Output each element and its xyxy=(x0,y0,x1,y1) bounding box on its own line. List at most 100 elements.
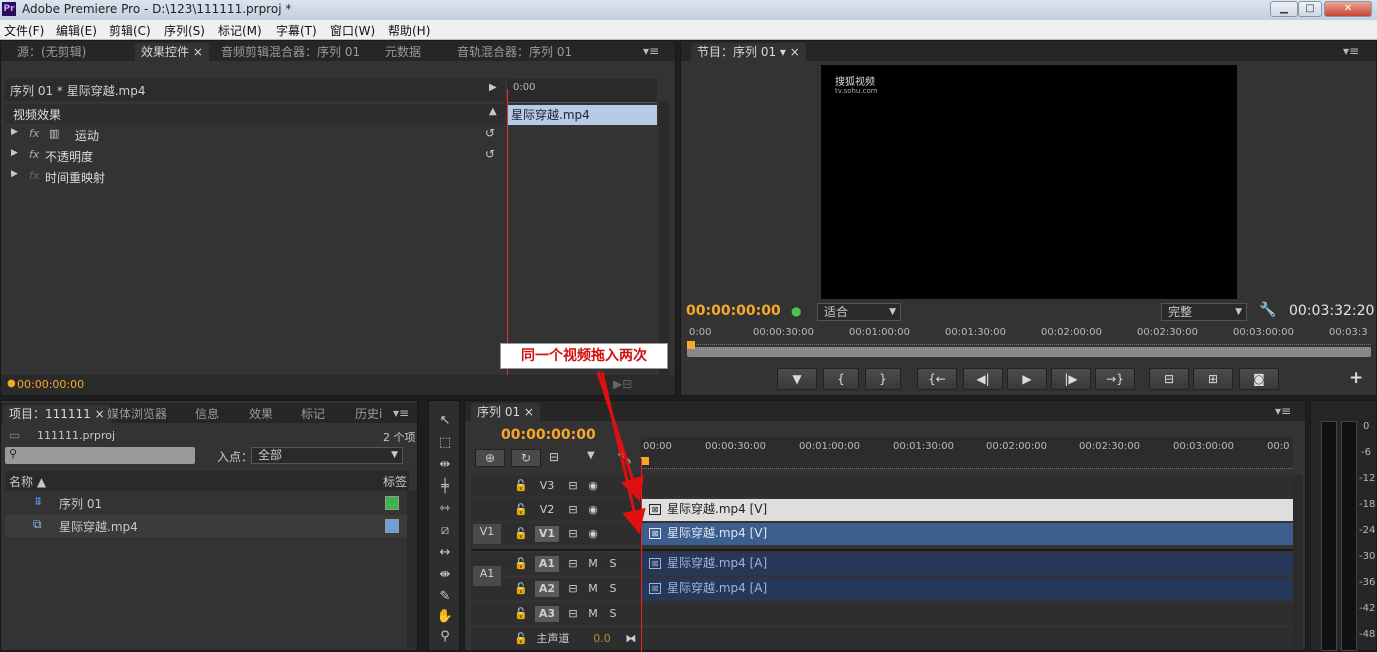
effect-row-motion[interactable]: ▶ fx ▥ 运动 ↺ xyxy=(5,125,505,146)
extract-button[interactable]: ⊞ xyxy=(1193,368,1233,390)
in-point-dropdown[interactable]: 全部 ▼ xyxy=(251,447,403,464)
tab-media-browser[interactable]: 媒体浏览器 xyxy=(101,405,173,423)
expand-triangle-icon[interactable]: ▶ xyxy=(11,148,18,158)
track-name[interactable]: V3 xyxy=(535,478,559,494)
effect-row-time-remap[interactable]: ▶ fx 时间重映射 xyxy=(5,167,505,188)
close-window-button[interactable]: ✕ xyxy=(1324,1,1372,17)
project-scrollbar[interactable] xyxy=(407,491,417,649)
tab-close-icon[interactable]: × xyxy=(193,45,203,59)
sync-lock-icon[interactable]: ⊟ xyxy=(563,581,583,597)
panel-menu-icon[interactable]: ▾≡ xyxy=(391,404,411,422)
go-to-out-button[interactable]: →} xyxy=(1095,368,1135,390)
source-patch-a1[interactable]: A1 xyxy=(473,566,501,586)
tab-close-icon[interactable]: × xyxy=(524,405,534,419)
playhead-marker-icon[interactable] xyxy=(687,341,695,349)
clip-v2[interactable]: ⊠ 星际穿越.mp4 [V] xyxy=(641,499,1293,521)
step-back-button[interactable]: ◀| xyxy=(963,368,1003,390)
rate-stretch-tool-icon[interactable]: ⇿ xyxy=(435,501,455,519)
column-label-header[interactable]: 标签 xyxy=(383,473,407,490)
tab-source[interactable]: 源：(无剪辑) xyxy=(11,43,92,61)
panel-menu-icon[interactable]: ▾≡ xyxy=(641,42,661,60)
column-name-header[interactable]: 名称 ▲ xyxy=(9,473,46,490)
add-marker-button[interactable]: ▼ xyxy=(777,368,817,390)
reset-icon[interactable]: ↺ xyxy=(485,147,495,161)
tab-sequence[interactable]: 序列 01 × xyxy=(471,403,540,421)
menu-window[interactable]: 窗口(W) xyxy=(330,22,375,39)
export-frame-button[interactable]: ◙ xyxy=(1239,368,1279,390)
sync-lock-icon[interactable]: ⊟ xyxy=(563,556,583,572)
reset-icon[interactable]: ↺ xyxy=(485,126,495,140)
project-search-input[interactable]: ⚲ xyxy=(5,447,195,464)
timeline-ruler[interactable]: 00:00 00:00:30:00 00:01:00:00 00:01:30:0… xyxy=(641,437,1293,469)
effect-timecode[interactable]: 00:00:00:00 xyxy=(17,378,84,391)
razor-tool-icon[interactable]: ⧄ xyxy=(435,523,455,541)
solo-button[interactable]: S xyxy=(603,581,623,597)
slide-tool-icon[interactable]: ⇼ xyxy=(435,567,455,585)
program-timecode[interactable]: 00:00:00:00 xyxy=(686,303,781,319)
mute-button[interactable]: M xyxy=(583,556,603,572)
timeline-scrollbar[interactable] xyxy=(1293,475,1303,650)
go-to-in-button[interactable]: {← xyxy=(917,368,957,390)
menu-clip[interactable]: 剪辑(C) xyxy=(109,22,151,39)
expand-triangle-icon[interactable]: ▶ xyxy=(11,127,18,137)
tab-project[interactable]: 项目：111111 × xyxy=(3,405,111,423)
panel-menu-icon[interactable]: ▾≡ xyxy=(1341,42,1361,60)
track-select-tool-icon[interactable]: ⬚ xyxy=(435,435,455,453)
effect-scrollbar[interactable] xyxy=(659,101,669,381)
lock-icon[interactable]: 🔓 xyxy=(511,478,531,494)
mark-out-button[interactable]: } xyxy=(865,368,901,390)
mute-button[interactable]: M xyxy=(583,581,603,597)
add-marker-icon[interactable]: ⊟ xyxy=(549,450,559,464)
lock-icon[interactable]: 🔓 xyxy=(511,631,531,647)
tab-info[interactable]: 信息 xyxy=(189,405,225,423)
menu-file[interactable]: 文件(F) xyxy=(4,22,44,39)
lift-button[interactable]: ⊟ xyxy=(1149,368,1189,390)
menu-marker[interactable]: 标记(M) xyxy=(218,22,262,39)
track-name[interactable]: V1 xyxy=(535,526,559,542)
fx-badge-icon[interactable]: fx xyxy=(29,127,39,140)
lock-icon[interactable]: 🔓 xyxy=(511,526,531,542)
zoom-tool-icon[interactable]: ⚲ xyxy=(435,629,455,647)
program-video-frame[interactable]: 搜狐视频 tv.sohu.com xyxy=(821,65,1237,299)
effect-mini-ruler[interactable]: 0:00 xyxy=(507,79,657,103)
tab-effect-controls[interactable]: 效果控件 × xyxy=(135,43,209,61)
lock-icon[interactable]: 🔓 xyxy=(511,581,531,597)
tab-close-icon[interactable]: × xyxy=(790,45,800,59)
mute-button[interactable]: M xyxy=(583,606,603,622)
pen-tool-icon[interactable]: ✎ xyxy=(435,589,455,607)
fit-dropdown[interactable]: 适合 ▼ xyxy=(817,303,901,321)
solo-button[interactable]: S xyxy=(603,556,623,572)
clip-a2[interactable]: ⊠ 星际穿越.mp4 [A] xyxy=(641,578,1293,600)
hand-tool-icon[interactable]: ✋ xyxy=(435,609,455,627)
menu-edit[interactable]: 编辑(E) xyxy=(56,22,97,39)
tab-metadata[interactable]: 元数据 xyxy=(379,43,427,61)
track-name[interactable]: A1 xyxy=(535,556,559,572)
jump-icon[interactable]: ⧓ xyxy=(621,631,641,647)
minimize-button[interactable]: ▁ xyxy=(1270,1,1298,17)
effect-clip-bar[interactable]: 星际穿越.mp4 xyxy=(507,105,657,125)
track-name[interactable]: A2 xyxy=(535,581,559,597)
sync-lock-icon[interactable]: ⊟ xyxy=(563,606,583,622)
clip-v1[interactable]: ⊠ 星际穿越.mp4 [V] xyxy=(641,523,1293,545)
tab-program[interactable]: 节目：序列 01 ▾ × xyxy=(691,43,806,61)
label-swatch-blue[interactable] xyxy=(385,519,399,533)
master-volume[interactable]: 0.0 xyxy=(591,631,613,647)
program-ruler[interactable]: 0:00 00:00:30:00 00:01:00:00 00:01:30:00… xyxy=(687,325,1371,345)
program-zoom-bar[interactable] xyxy=(687,347,1371,357)
play-button[interactable]: ▶ xyxy=(1007,368,1047,390)
lock-icon[interactable]: 🔓 xyxy=(511,606,531,622)
selection-tool-icon[interactable]: ↖ xyxy=(435,413,455,431)
lock-icon[interactable]: 🔓 xyxy=(511,502,531,518)
mark-in-button[interactable]: { xyxy=(823,368,859,390)
ripple-edit-tool-icon[interactable]: ⇹ xyxy=(435,457,455,475)
step-forward-button[interactable]: |▶ xyxy=(1051,368,1091,390)
expand-triangle-icon[interactable]: ▶ xyxy=(11,169,18,179)
panel-menu-icon[interactable]: ▾≡ xyxy=(1273,402,1293,420)
wrench-icon[interactable]: 🔧 xyxy=(1259,302,1276,318)
source-patch-v1[interactable]: V1 xyxy=(473,524,501,544)
play-only-icon[interactable]: ▶ xyxy=(489,82,497,93)
menu-title[interactable]: 字幕(T) xyxy=(276,22,317,39)
maximize-button[interactable]: □ xyxy=(1298,1,1322,17)
quality-dropdown[interactable]: 完整 ▼ xyxy=(1161,303,1247,321)
fx-badge-icon[interactable]: fx xyxy=(29,148,39,161)
